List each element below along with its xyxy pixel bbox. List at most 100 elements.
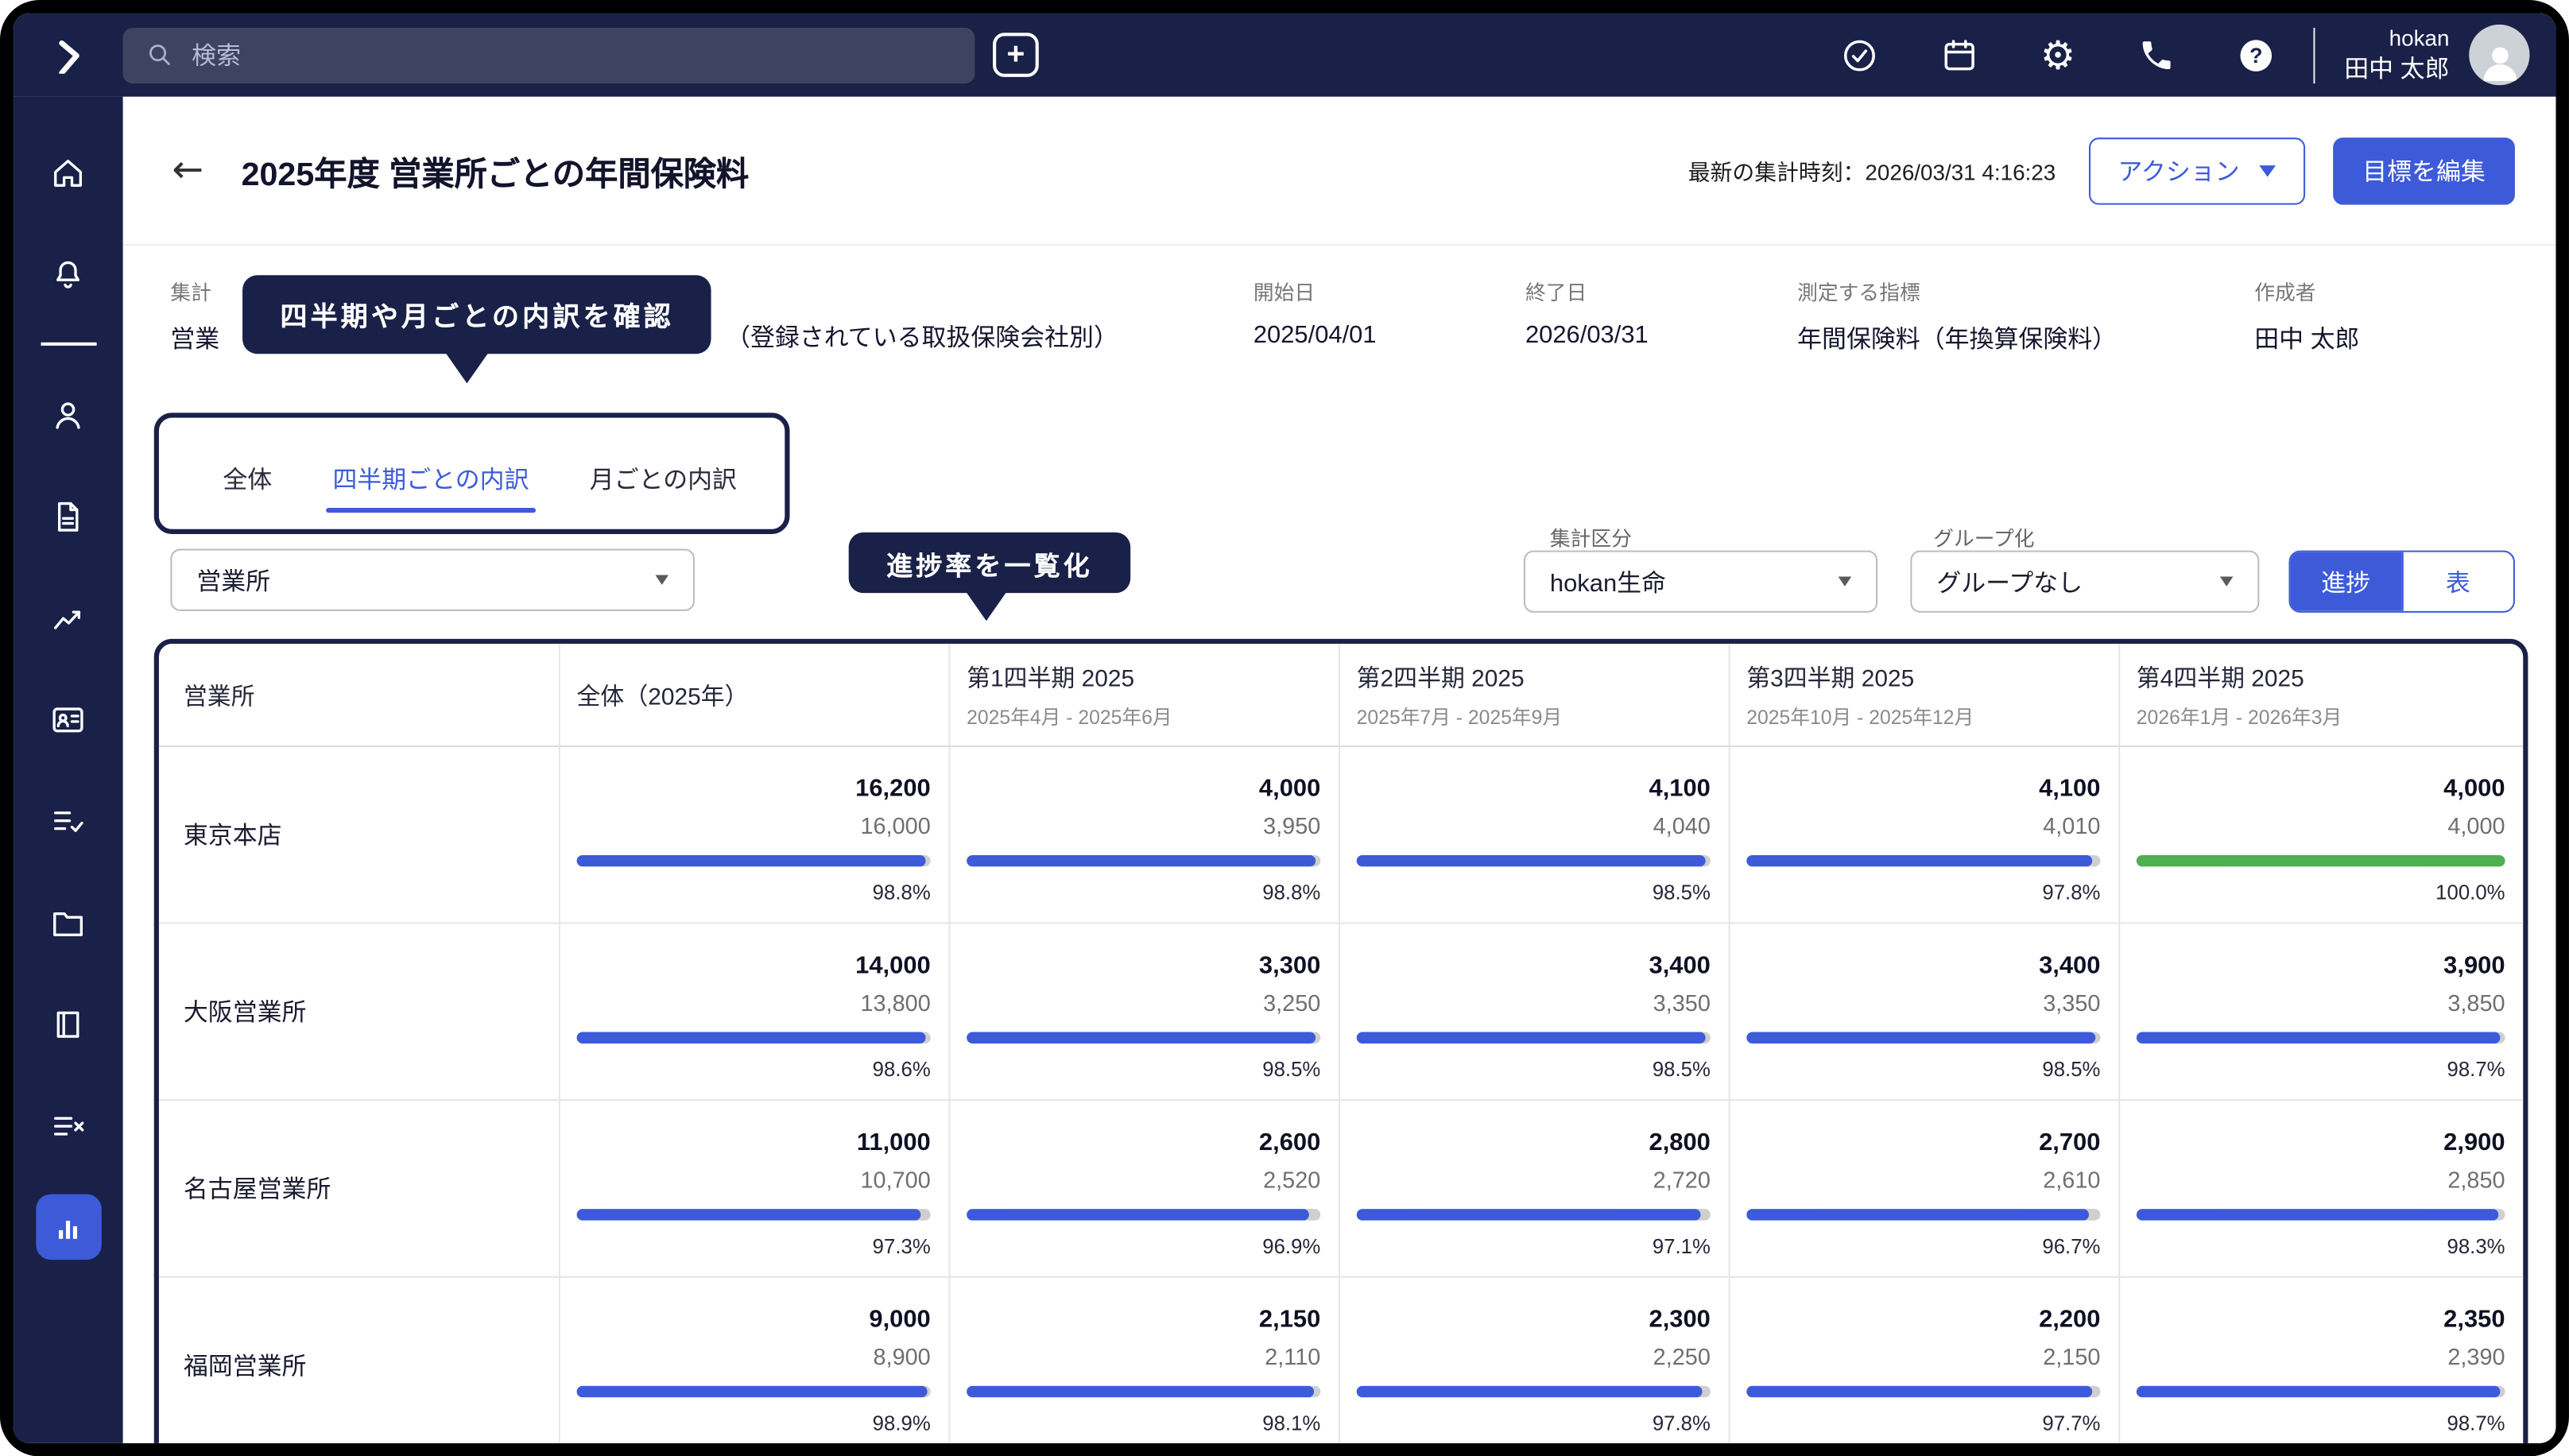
- progress-percent: 97.7%: [1746, 1409, 2100, 1439]
- sidebar-item-tasks[interactable]: [35, 788, 100, 853]
- progress-percent: 98.3%: [2137, 1232, 2505, 1261]
- line-chart-icon: [49, 598, 87, 636]
- goal-value: 16,200: [577, 770, 931, 807]
- progress-cell: 2,2002,15097.7%: [1730, 1278, 2121, 1443]
- carrier-select[interactable]: hokan生命: [1524, 551, 1877, 613]
- office-select[interactable]: 営業所: [170, 549, 695, 611]
- gear-icon[interactable]: ⚙: [2040, 35, 2075, 74]
- back-button[interactable]: ←: [172, 149, 203, 192]
- grouping-select[interactable]: グループなし: [1910, 551, 2259, 613]
- sidebar-item-manual[interactable]: [35, 991, 100, 1056]
- screenshot-stage: 検索 + ⚙ ? hokan 田中 太郎: [0, 0, 2569, 1456]
- progress-bar-fill: [1746, 855, 2092, 866]
- actual-value: 2,720: [1357, 1161, 1711, 1198]
- table-header: 営業所 全体（2025年） 第1四半期 2025 2025年4月 - 2025年…: [159, 644, 2523, 747]
- last-aggregated-time: 最新の集計時刻：2026/03/31 4:16:23: [1688, 154, 2056, 187]
- progress-percent: 98.5%: [967, 1055, 1320, 1084]
- goal-value: 4,000: [967, 770, 1320, 807]
- table-row: 大阪営業所14,00013,80098.6%3,3003,25098.5%3,4…: [159, 924, 2523, 1102]
- progress-bar: [1746, 1209, 2100, 1220]
- goal-value: 3,300: [967, 947, 1320, 984]
- sidebar-item-folders[interactable]: [35, 889, 100, 955]
- hokan-logo[interactable]: [13, 36, 122, 73]
- actual-value: 2,610: [1746, 1161, 2100, 1198]
- carrier-select-label: 集計区分: [1550, 521, 1632, 552]
- chevron-down-icon: [1839, 577, 1851, 587]
- tab-monthly[interactable]: 月ごとの内訳: [590, 462, 737, 529]
- actual-value: 2,390: [2137, 1338, 2505, 1376]
- sidebar-item-documents[interactable]: [35, 483, 100, 548]
- progress-bar-fill: [1357, 1032, 1706, 1044]
- user-org: hokan: [2344, 25, 2449, 53]
- calendar-icon[interactable]: [1940, 35, 1979, 74]
- tab-quarterly[interactable]: 四半期ごとの内訳: [332, 462, 529, 529]
- progress-bar: [577, 1209, 931, 1220]
- actual-value: 2,250: [1357, 1338, 1711, 1376]
- col-q3: 第3四半期 2025 2025年10月 - 2025年12月: [1730, 644, 2121, 745]
- goal-value: 14,000: [577, 947, 931, 984]
- progress-bar: [1357, 1209, 1711, 1220]
- sidebar-item-reports-active[interactable]: [35, 1195, 100, 1260]
- view-toggle-progress[interactable]: 進捗: [2291, 552, 2401, 611]
- sidebar-item-contacts[interactable]: [35, 687, 100, 752]
- view-toggle-table[interactable]: 表: [2401, 552, 2513, 611]
- progress-bar-fill: [1746, 1032, 2095, 1044]
- progress-bar-fill: [1746, 1386, 2092, 1397]
- avatar[interactable]: [2469, 25, 2529, 85]
- svg-text:?: ?: [2249, 43, 2262, 67]
- progress-cell: 9,0008,90098.9%: [560, 1278, 951, 1443]
- sidebar-item-notifications[interactable]: [35, 241, 100, 306]
- app-window: 検索 + ⚙ ? hokan 田中 太郎: [13, 13, 2555, 1442]
- goal-value: 2,700: [1746, 1124, 2100, 1161]
- edit-goal-button[interactable]: 目標を編集: [2333, 137, 2515, 204]
- check-circle-icon[interactable]: [1840, 35, 1879, 74]
- progress-cell: 2,8002,72097.1%: [1340, 1101, 1730, 1276]
- actual-value: 13,800: [577, 985, 931, 1022]
- meta-end-date: 終了日 2026/03/31: [1525, 246, 1797, 374]
- add-button[interactable]: +: [993, 33, 1039, 77]
- progress-percent: 98.8%: [967, 878, 1320, 908]
- help-icon[interactable]: ?: [2236, 35, 2275, 74]
- sidebar: [13, 97, 122, 1443]
- progress-cell: 2,3002,25097.8%: [1340, 1278, 1730, 1443]
- table-row: 福岡営業所9,0008,90098.9%2,1502,11098.1%2,300…: [159, 1278, 2523, 1443]
- progress-percent: 98.1%: [967, 1409, 1320, 1439]
- actual-value: 3,850: [2137, 985, 2505, 1022]
- actual-value: 3,350: [1357, 985, 1711, 1022]
- goal-value: 2,800: [1357, 1124, 1711, 1161]
- progress-bar-fill: [577, 1209, 921, 1220]
- col-q2: 第2四半期 2025 2025年7月 - 2025年9月: [1340, 644, 1730, 745]
- progress-bar-fill: [2137, 855, 2505, 866]
- sidebar-item-customers[interactable]: [35, 381, 100, 447]
- page-header: ← 2025年度 営業所ごとの年間保険料 最新の集計時刻：2026/03/31 …: [123, 97, 2556, 246]
- goal-value: 2,350: [2137, 1301, 2505, 1338]
- search-input[interactable]: 検索: [123, 27, 975, 83]
- tab-overall[interactable]: 全体: [223, 462, 272, 529]
- meta-creator: 作成者 田中 太郎: [2254, 246, 2359, 374]
- page-title: 2025年度 営業所ごとの年間保険料: [242, 146, 750, 194]
- actual-value: 2,150: [1746, 1338, 2100, 1376]
- progress-bar-fill: [1357, 1386, 1703, 1397]
- sidebar-item-home[interactable]: [35, 139, 100, 204]
- action-button[interactable]: アクション: [2088, 137, 2305, 204]
- progress-percent: 98.8%: [577, 878, 931, 908]
- topbar-divider: [2313, 27, 2315, 83]
- actual-value: 3,250: [967, 985, 1320, 1022]
- table-body: 東京本店16,20016,00098.8%4,0003,95098.8%4,10…: [159, 747, 2523, 1443]
- goal-value: 4,100: [1746, 770, 2100, 807]
- progress-percent: 98.5%: [1357, 878, 1711, 908]
- topbar-icons: ⚙ ?: [1840, 35, 2275, 74]
- col-q1: 第1四半期 2025 2025年4月 - 2025年6月: [950, 644, 1340, 745]
- progress-bar: [2137, 1032, 2505, 1044]
- sidebar-divider: [40, 343, 95, 346]
- sidebar-item-list-settings[interactable]: [35, 1093, 100, 1158]
- progress-bar-fill: [967, 855, 1316, 866]
- table-row: 名古屋営業所11,00010,70097.3%2,6002,52096.9%2,…: [159, 1101, 2523, 1278]
- sidebar-item-analytics[interactable]: [35, 585, 100, 650]
- progress-cell: 3,4003,35098.5%: [1730, 924, 2121, 1100]
- progress-cell: 4,0003,95098.8%: [950, 747, 1340, 923]
- list-x-icon: [49, 1106, 87, 1144]
- progress-cell: 2,3502,39098.7%: [2120, 1278, 2523, 1443]
- phone-icon[interactable]: [2136, 35, 2175, 74]
- progress-cell: 2,7002,61096.7%: [1730, 1101, 2121, 1276]
